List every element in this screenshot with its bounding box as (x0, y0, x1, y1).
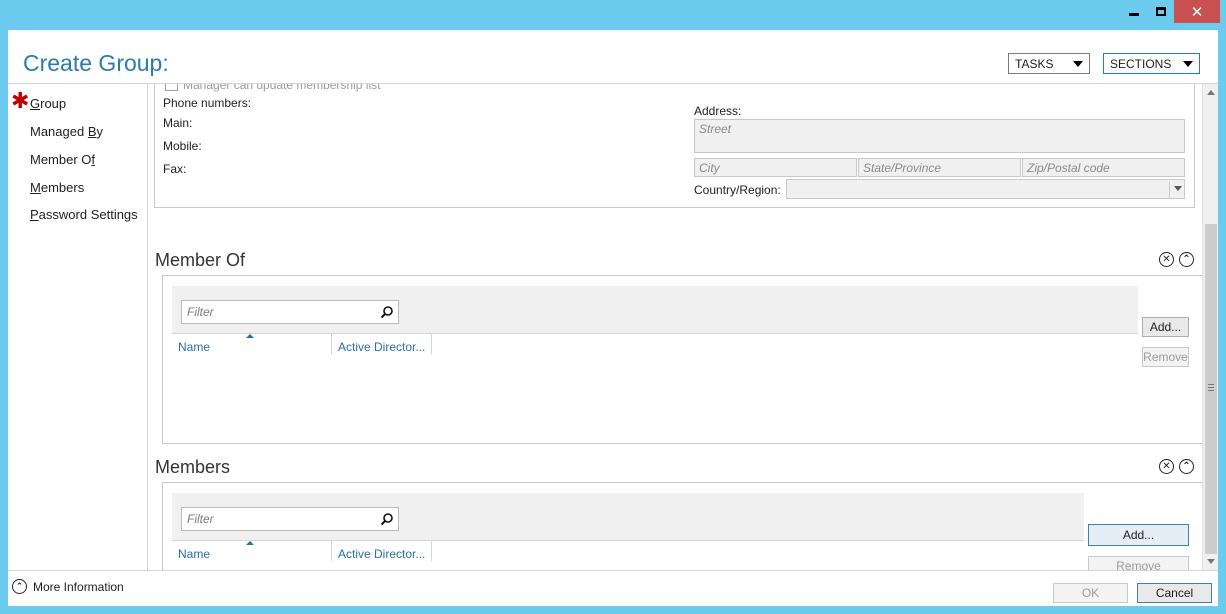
zip-field[interactable]: Zip/Postal code (1022, 158, 1185, 177)
members-remove-button[interactable]: Remove (1088, 556, 1189, 570)
window-close-button[interactable]: ✕ (1174, 0, 1220, 23)
tasks-dropdown[interactable]: TASKS (1008, 53, 1090, 74)
grip-line (1208, 384, 1214, 385)
more-information-label: More Information (33, 579, 124, 594)
member-of-list: Name Active Director... (172, 333, 1138, 436)
chevron-down-icon (1183, 60, 1193, 67)
nav-item-managed-by[interactable]: Managed By (30, 124, 103, 139)
sections-dropdown[interactable]: SECTIONS (1103, 53, 1200, 74)
mobile-phone-label: Mobile: (163, 139, 202, 153)
chevron-up-icon: ⌃ (12, 579, 27, 594)
members-title: Members (155, 457, 231, 477)
ok-button[interactable]: OK (1053, 583, 1128, 603)
state-field[interactable]: State/Province (858, 158, 1021, 177)
street-field[interactable]: Street (694, 119, 1185, 153)
members-filter[interactable] (181, 507, 399, 531)
content-area: Manager can update membership list Phone… (148, 84, 1202, 570)
scroll-up-icon[interactable] (1207, 90, 1215, 95)
minimize-icon (1128, 13, 1139, 16)
grip-line (1208, 387, 1214, 388)
column-separator[interactable] (431, 541, 432, 561)
close-icon: ✕ (1162, 460, 1171, 472)
grip-line (1208, 390, 1214, 391)
members-close-button[interactable]: ✕ (1159, 459, 1174, 474)
search-icon (380, 306, 393, 319)
members-panel: Name Active Director... Add... Remove (162, 482, 1202, 570)
member-of-grid: Name Active Director... (172, 286, 1138, 436)
member-of-filter[interactable] (181, 300, 399, 324)
column-separator[interactable] (331, 334, 332, 354)
nav-item-member-of[interactable]: Member Of (30, 152, 95, 167)
general-panel: Manager can update membership list Phone… (154, 84, 1195, 208)
column-separator[interactable] (331, 541, 332, 561)
members-collapse-button[interactable]: ⌃ (1179, 459, 1194, 474)
nav-label-post: roup (40, 96, 67, 111)
members-filter-input[interactable] (185, 509, 375, 529)
nav-item-password-settings[interactable]: Password Settings (30, 207, 138, 222)
column-header-name[interactable]: Name (178, 340, 210, 354)
dialog-client: Create Group: TASKS SECTIONS ✱ Group Man… (8, 30, 1218, 606)
cancel-button[interactable]: Cancel (1137, 583, 1212, 603)
nav-label-pre: Managed (30, 124, 88, 139)
nav-label-accel: f (91, 152, 96, 167)
member-of-add-button[interactable]: Add... (1142, 317, 1189, 337)
nav-label-pre: Member O (30, 152, 92, 167)
member-of-panel: Name Active Director... Add... Remove (162, 275, 1202, 444)
members-list: Name Active Director... (172, 540, 1084, 570)
nav-label-accel: P (30, 207, 39, 222)
manager-update-checkbox[interactable] (165, 84, 178, 91)
member-of-remove-button[interactable]: Remove (1142, 347, 1189, 367)
nav-label-accel: M (30, 180, 41, 195)
members-grid: Name Active Director... (172, 493, 1084, 570)
country-label: Country/Region: (694, 183, 781, 197)
column-header-name[interactable]: Name (178, 547, 210, 561)
scroll-down-icon[interactable] (1207, 559, 1215, 564)
page-title: Create Group: (23, 50, 169, 76)
close-icon: ✕ (1162, 253, 1171, 265)
search-icon (380, 513, 393, 526)
chevron-down-icon (1073, 60, 1083, 67)
vertical-scrollbar[interactable] (1202, 84, 1218, 570)
fax-label: Fax: (163, 162, 187, 176)
maximize-button[interactable] (1147, 0, 1174, 23)
sort-ascending-icon (246, 541, 254, 545)
nav-item-group[interactable]: Group (30, 96, 66, 111)
main-phone-label: Main: (163, 116, 193, 130)
manager-checkbox-label: Manager can update membership list (183, 84, 381, 92)
country-select[interactable] (786, 179, 1185, 199)
scrollbar-thumb[interactable] (1205, 224, 1217, 554)
nav-label-post: y (96, 124, 104, 139)
chevron-up-icon: ⌃ (1182, 253, 1191, 265)
combo-separator (1169, 182, 1170, 198)
nav-item-members[interactable]: Members (30, 180, 84, 195)
column-header-active-directory[interactable]: Active Director... (338, 547, 425, 561)
dialog-footer: ⌃ More Information OK Cancel (8, 570, 1218, 606)
member-of-collapse-button[interactable]: ⌃ (1179, 252, 1194, 267)
member-of-close-button[interactable]: ✕ (1159, 252, 1174, 267)
required-star-icon: ✱ (11, 88, 30, 113)
member-of-filter-input[interactable] (185, 302, 375, 322)
members-add-button[interactable]: Add... (1088, 524, 1189, 546)
phone-numbers-label: Phone numbers: (163, 96, 252, 110)
nav-label-post: embers (40, 180, 85, 195)
tasks-label: TASKS (1015, 56, 1054, 71)
column-header-active-directory[interactable]: Active Director... (338, 340, 425, 354)
minimize-button[interactable] (1120, 0, 1147, 23)
close-icon: ✕ (1190, 3, 1204, 21)
city-field[interactable]: City (694, 158, 857, 177)
nav-label-post: assword Settings (38, 207, 138, 222)
sort-ascending-icon (246, 334, 254, 338)
address-label: Address: (694, 104, 742, 118)
maximize-icon (1155, 7, 1166, 16)
more-information-toggle[interactable]: ⌃ More Information (12, 579, 124, 594)
sections-label: SECTIONS (1110, 56, 1172, 71)
section-nav: ✱ Group Managed By Member Of Members Pas… (8, 84, 148, 570)
nav-label-accel: B (87, 124, 97, 139)
nav-label-accel: G (30, 96, 41, 111)
member-of-title: Member Of (155, 250, 246, 270)
window-titlebar: ✕ (0, 0, 1226, 30)
chevron-down-icon (1174, 186, 1182, 191)
chevron-up-icon: ⌃ (1182, 460, 1191, 472)
column-separator[interactable] (431, 334, 432, 354)
